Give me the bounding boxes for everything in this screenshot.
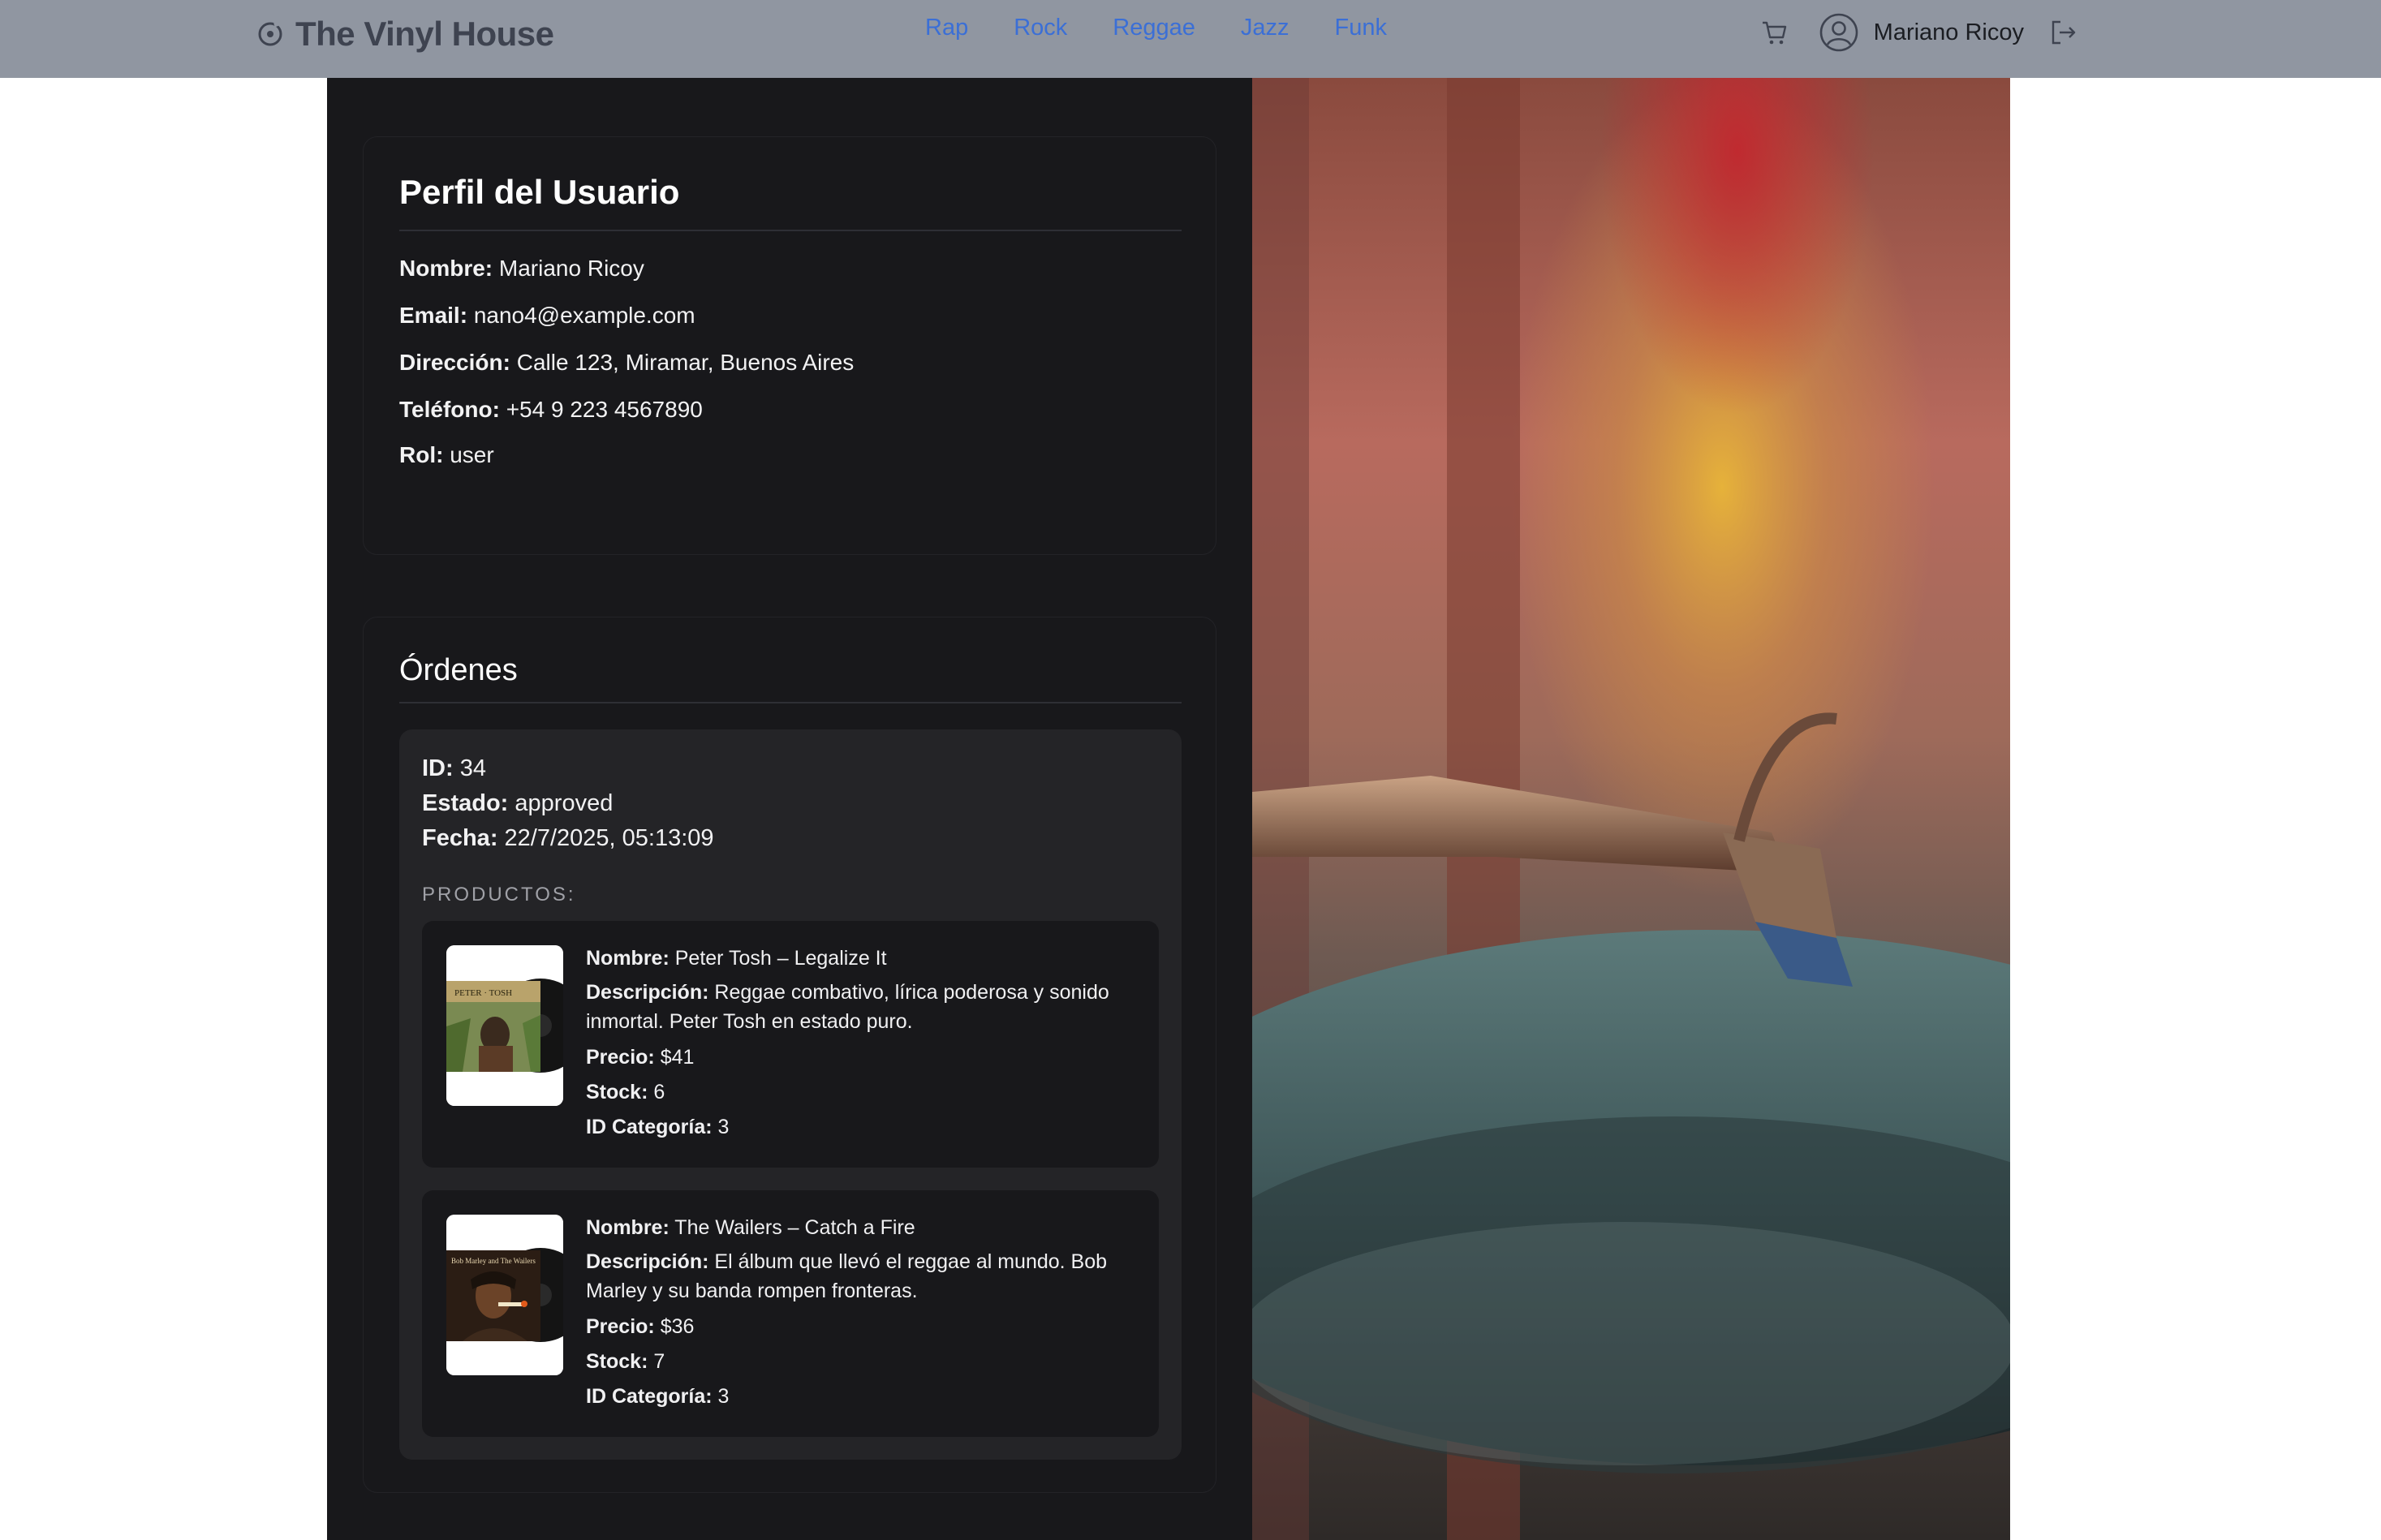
profile-field-email: Email: nano4@example.com	[399, 303, 695, 328]
nav-link-rap[interactable]: Rap	[925, 15, 968, 41]
product-price: Precio: $41	[586, 1046, 695, 1069]
product-card: Bob Marley and The Wailers Nombre: The W…	[422, 1190, 1159, 1437]
products-heading: PRODUCTOS:	[422, 884, 576, 906]
order-item: ID: 34 Estado: approved Fecha: 22/7/2025…	[399, 729, 1182, 1460]
logout-icon[interactable]	[2048, 18, 2077, 47]
nav-link-reggae[interactable]: Reggae	[1113, 15, 1195, 41]
product-name: Nombre: The Wailers – Catch a Fire	[586, 1216, 915, 1239]
record-icon	[258, 20, 282, 46]
user-area: Mariano Ricoy	[1760, 10, 2077, 55]
nav-link-jazz[interactable]: Jazz	[1241, 15, 1290, 41]
album-cover-legalize-it: PETER · TOSH	[446, 945, 563, 1106]
profile-field-name: Nombre: Mariano Ricoy	[399, 256, 644, 281]
nav-link-funk[interactable]: Funk	[1335, 15, 1387, 41]
profile-card: Perfil del Usuario Nombre: Mariano Ricoy…	[363, 136, 1216, 555]
order-date: Fecha: 22/7/2025, 05:13:09	[422, 825, 714, 851]
profile-title: Perfil del Usuario	[399, 173, 680, 211]
profile-field-role: Rol: user	[399, 442, 494, 467]
product-stock: Stock: 7	[586, 1350, 665, 1373]
orders-card: Órdenes ID: 34 Estado: approved Fecha: 2…	[363, 617, 1216, 1493]
nav-link-rock[interactable]: Rock	[1014, 15, 1067, 41]
user-name[interactable]: Mariano Ricoy	[1874, 19, 2024, 46]
product-price: Precio: $36	[586, 1315, 695, 1338]
product-stock: Stock: 6	[586, 1081, 665, 1103]
orders-divider	[399, 702, 1182, 703]
profile-field-phone: Teléfono: +54 9 223 4567890	[399, 397, 703, 422]
cart-icon[interactable]	[1760, 18, 1789, 47]
profile-divider	[399, 230, 1182, 231]
brand-link[interactable]: The Vinyl House	[256, 11, 554, 57]
navbar: The Vinyl House Rap Rock Reggae Jazz Fun…	[0, 0, 2381, 78]
orders-title: Órdenes	[399, 653, 518, 687]
album-cover-catch-a-fire: Bob Marley and The Wailers	[446, 1215, 563, 1375]
product-description: Descripción: El álbum que llevó el regga…	[586, 1250, 1108, 1302]
genre-nav: Rap Rock Reggae Jazz Funk	[925, 15, 1432, 41]
product-category: ID Categoría: 3	[586, 1385, 730, 1408]
order-status: Estado: approved	[422, 790, 614, 816]
profile-field-address: Dirección: Calle 123, Miramar, Buenos Ai…	[399, 350, 855, 375]
product-card: PETER · TOSH Nombre: Peter Tosh – Legali…	[422, 921, 1159, 1168]
product-description: Descripción: Reggae combativo, lírica po…	[586, 981, 1109, 1033]
svg-text:PETER · TOSH: PETER · TOSH	[454, 988, 512, 998]
order-id: ID: 34	[422, 755, 486, 781]
product-name: Nombre: Peter Tosh – Legalize It	[586, 947, 887, 970]
svg-text:Bob Marley and The Wailers: Bob Marley and The Wailers	[451, 1257, 536, 1265]
brand-name: The Vinyl House	[295, 15, 554, 53]
turntable-photo	[1252, 78, 2010, 1540]
product-category: ID Categoría: 3	[586, 1116, 730, 1138]
user-avatar-icon[interactable]	[1819, 12, 1859, 53]
profile-panel: Perfil del Usuario Nombre: Mariano Ricoy…	[327, 78, 1252, 1540]
